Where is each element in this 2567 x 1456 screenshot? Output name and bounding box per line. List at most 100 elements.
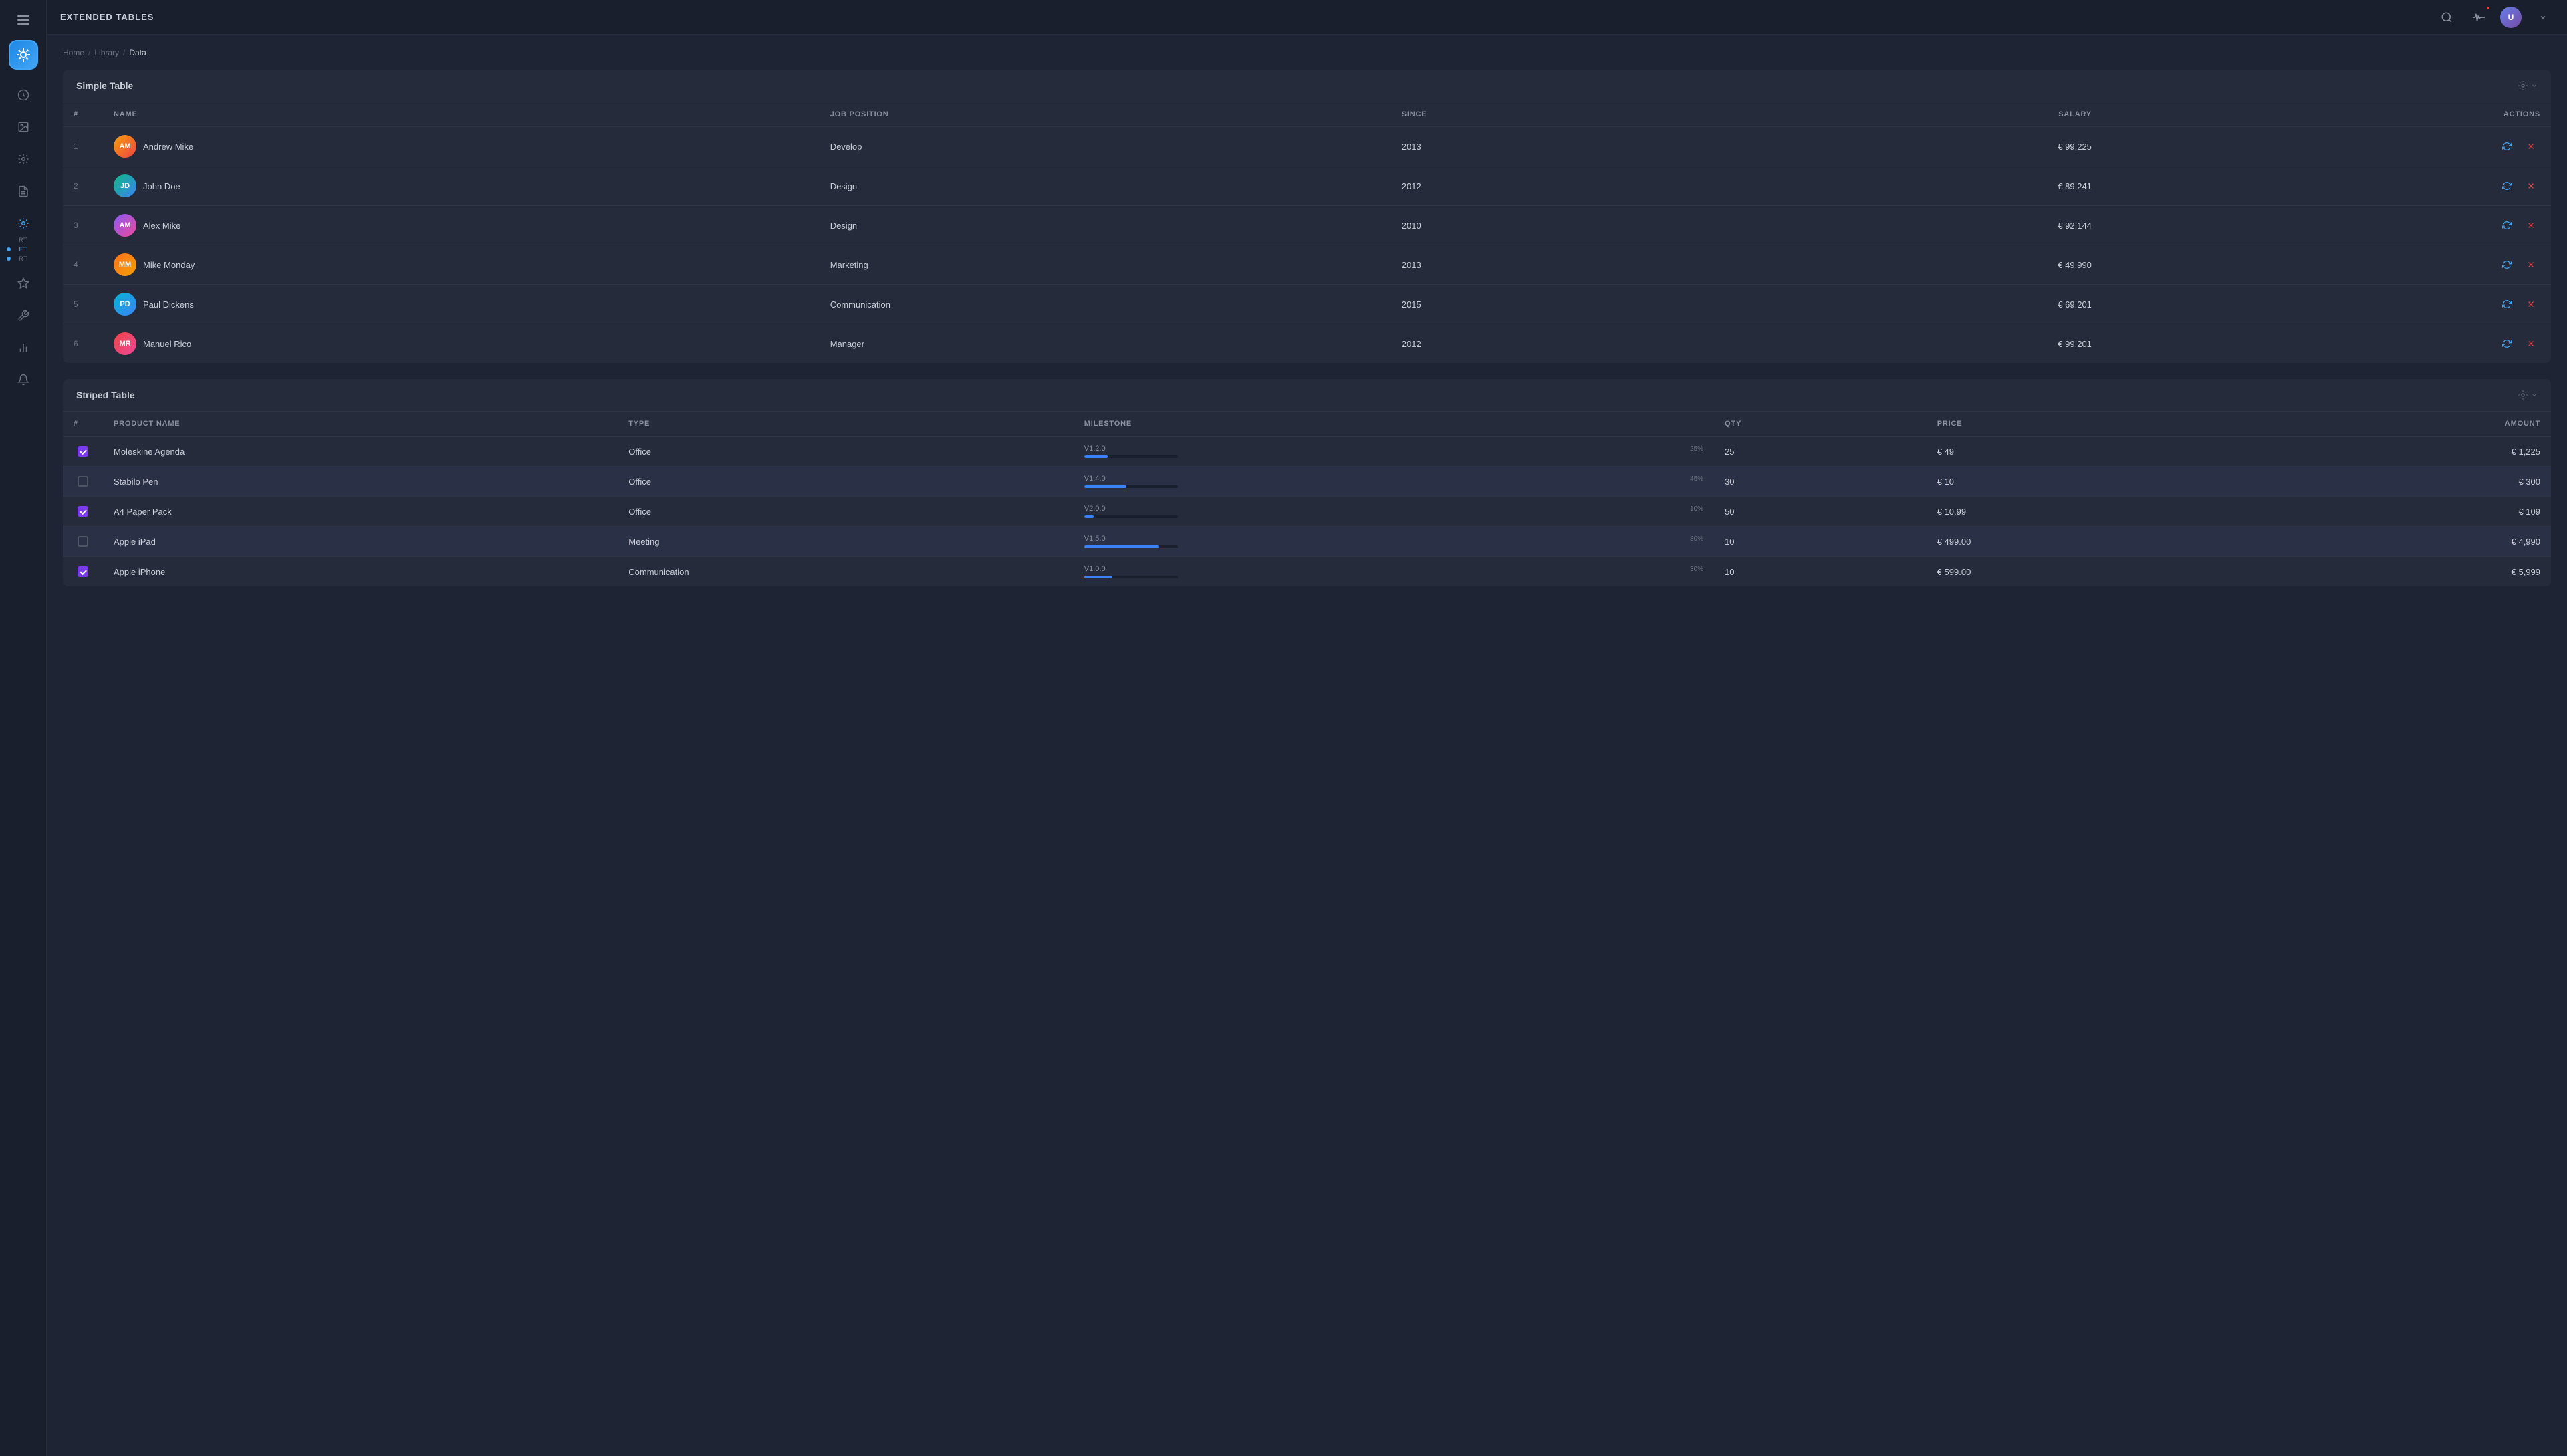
simple-table-gear[interactable]: [2518, 80, 2538, 91]
row-position: Develop: [820, 127, 1391, 166]
row-salary: € 89,241: [1716, 166, 2102, 206]
milestone-version: V1.0.0: [1084, 565, 1106, 573]
sidebar-icon-document[interactable]: [9, 176, 38, 206]
row-checkbox[interactable]: [78, 446, 88, 457]
scol-price: PRICE: [1927, 412, 2234, 437]
refresh-button[interactable]: [2497, 295, 2516, 314]
user-name: Mike Monday: [143, 260, 195, 270]
sidebar-icon-chart[interactable]: [9, 333, 38, 362]
col-since: SINCE: [1391, 102, 1717, 127]
row-checkbox-cell[interactable]: [63, 497, 103, 527]
sidebar-icon-gear-active[interactable]: [9, 213, 38, 234]
user-name: Alex Mike: [143, 221, 180, 231]
row-price: € 10.99: [1927, 497, 2234, 527]
simple-table: # NAME JOB POSITION SINCE SALARY ACTIONS…: [63, 102, 2551, 363]
row-position: Communication: [820, 285, 1391, 324]
row-type: Office: [618, 497, 1074, 527]
delete-button[interactable]: [2522, 216, 2540, 235]
row-checkbox[interactable]: [78, 566, 88, 577]
row-amount: € 109: [2234, 497, 2551, 527]
sidebar-label-et[interactable]: ET: [16, 245, 30, 254]
striped-table-card: Striped Table # PRODUCT NAME: [63, 379, 2551, 586]
content-area: Home / Library / Data Simple Table: [47, 35, 2567, 1456]
refresh-button[interactable]: [2497, 216, 2516, 235]
row-position: Manager: [820, 324, 1391, 364]
row-price: € 599.00: [1927, 557, 2234, 587]
row-amount: € 4,990: [2234, 527, 2551, 557]
row-checkbox[interactable]: [78, 536, 88, 547]
row-salary: € 99,201: [1716, 324, 2102, 364]
delete-button[interactable]: [2522, 176, 2540, 195]
breadcrumb-sep2: /: [123, 48, 125, 57]
progress-bar-fill: [1084, 515, 1094, 518]
striped-table-header: Striped Table: [63, 379, 2551, 412]
breadcrumb-current: Data: [129, 48, 146, 57]
striped-table: # PRODUCT NAME TYPE MILESTONE QTY PRICE …: [63, 412, 2551, 586]
row-product-name: Apple iPhone: [103, 557, 618, 587]
milestone-pct: 45%: [1690, 475, 1703, 483]
row-salary: € 49,990: [1716, 245, 2102, 285]
row-since: 2012: [1391, 166, 1717, 206]
breadcrumb-library[interactable]: Library: [94, 48, 119, 57]
row-since: 2012: [1391, 324, 1717, 364]
row-checkbox[interactable]: [78, 476, 88, 487]
breadcrumb: Home / Library / Data: [63, 48, 2551, 57]
row-price: € 499.00: [1927, 527, 2234, 557]
refresh-button[interactable]: [2497, 137, 2516, 156]
striped-table-row: Stabilo Pen Office V1.4.0 45% 30 € 10 € …: [63, 467, 2551, 497]
delete-button[interactable]: [2522, 137, 2540, 156]
sidebar-icon-settings[interactable]: [9, 144, 38, 174]
user-avatar[interactable]: U: [2500, 7, 2522, 28]
striped-table-row: Apple iPhone Communication V1.0.0 30% 10…: [63, 557, 2551, 587]
search-icon[interactable]: [2436, 7, 2457, 28]
chevron-down-icon[interactable]: [2532, 7, 2554, 28]
sidebar-icon-bell[interactable]: [9, 365, 38, 394]
simple-table-row: 2 JD John Doe Design 2012 € 89,241: [63, 166, 2551, 206]
col-salary: SALARY: [1716, 102, 2102, 127]
sidebar-icon-tools[interactable]: [9, 301, 38, 330]
sidebar-icon-analytics[interactable]: [9, 80, 38, 110]
delete-button[interactable]: [2522, 334, 2540, 353]
user-name: Paul Dickens: [143, 299, 194, 310]
row-price: € 10: [1927, 467, 2234, 497]
striped-table-gear[interactable]: [2518, 390, 2538, 400]
hamburger-menu[interactable]: [10, 7, 37, 33]
progress-bar-bg: [1084, 455, 1178, 458]
sidebar-icon-star[interactable]: [9, 269, 38, 298]
row-checkbox-cell[interactable]: [63, 527, 103, 557]
row-milestone: V2.0.0 10%: [1074, 497, 1714, 527]
breadcrumb-sep1: /: [88, 48, 90, 57]
row-num: 1: [63, 127, 103, 166]
row-product-name: A4 Paper Pack: [103, 497, 618, 527]
breadcrumb-home[interactable]: Home: [63, 48, 84, 57]
row-user-cell: AM Alex Mike: [103, 206, 820, 245]
col-actions: ACTIONS: [2102, 102, 2551, 127]
refresh-button[interactable]: [2497, 255, 2516, 274]
pulse-icon[interactable]: [2468, 7, 2489, 28]
sidebar-label-rt2[interactable]: RT: [16, 254, 30, 263]
row-position: Marketing: [820, 245, 1391, 285]
row-actions: [2102, 166, 2551, 206]
refresh-button[interactable]: [2497, 334, 2516, 353]
row-position: Design: [820, 166, 1391, 206]
col-name: NAME: [103, 102, 820, 127]
row-num: 2: [63, 166, 103, 206]
row-type: Office: [618, 437, 1074, 467]
refresh-button[interactable]: [2497, 176, 2516, 195]
row-checkbox-cell[interactable]: [63, 467, 103, 497]
user-name: Andrew Mike: [143, 142, 193, 152]
sidebar-label-rt1[interactable]: RT: [16, 235, 30, 245]
row-checkbox[interactable]: [78, 506, 88, 517]
row-since: 2015: [1391, 285, 1717, 324]
row-user-cell: PD Paul Dickens: [103, 285, 820, 324]
striped-table-row: A4 Paper Pack Office V2.0.0 10% 50 € 10.…: [63, 497, 2551, 527]
row-salary: € 99,225: [1716, 127, 2102, 166]
simple-table-title: Simple Table: [76, 80, 133, 91]
row-checkbox-cell[interactable]: [63, 437, 103, 467]
sidebar-icon-image[interactable]: [9, 112, 38, 142]
delete-button[interactable]: [2522, 295, 2540, 314]
scol-milestone: MILESTONE: [1074, 412, 1714, 437]
row-checkbox-cell[interactable]: [63, 557, 103, 587]
delete-button[interactable]: [2522, 255, 2540, 274]
header: EXTENDED TABLES U: [47, 0, 2567, 35]
